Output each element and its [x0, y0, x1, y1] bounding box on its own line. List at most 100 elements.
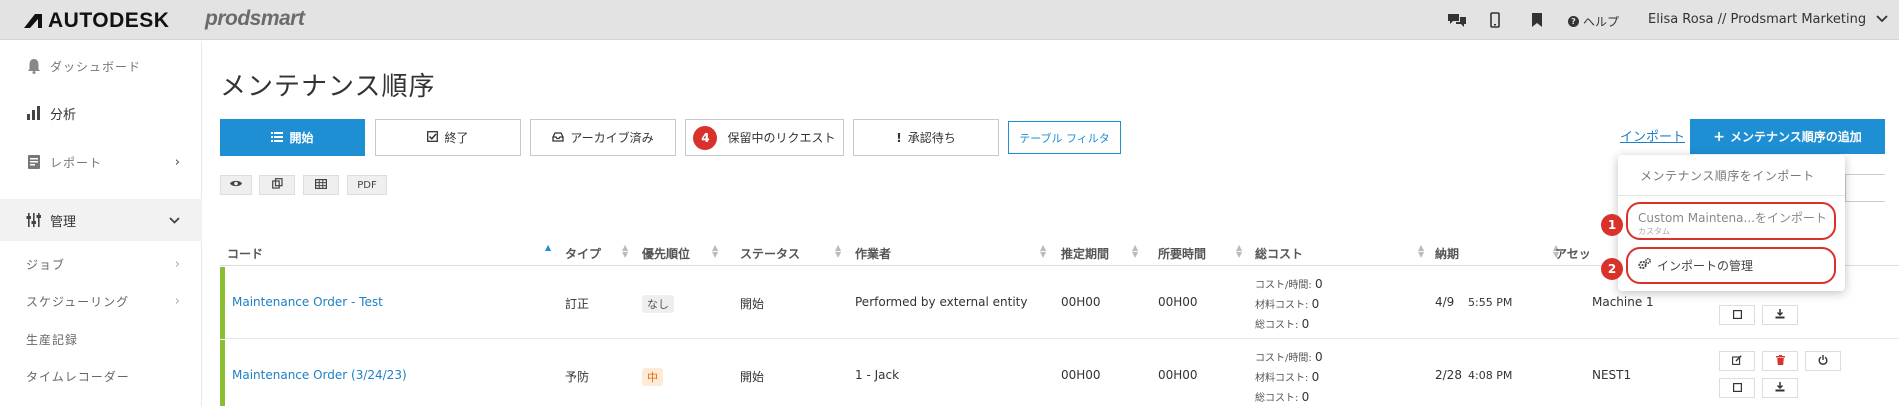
column-header-operator[interactable]: 作業者 [855, 245, 891, 262]
search-input[interactable] [1845, 174, 1885, 202]
asset-name: Machine 1 [1592, 295, 1654, 309]
tab-label: 保留中のリクエスト [727, 131, 836, 145]
download-button[interactable] [1762, 305, 1798, 325]
user-menu[interactable]: Elisa Rosa // Prodsmart Marketing [1648, 12, 1888, 27]
sidebar-item-scheduling[interactable]: スケジューリング › [0, 286, 202, 316]
view-toggle-button[interactable] [220, 175, 252, 195]
cost-per-hour-label: コスト/時間: [1255, 280, 1312, 291]
due-date: 2/28 [1435, 368, 1462, 382]
list-icon [271, 131, 284, 145]
sort-icon[interactable]: ▲ ▼ [712, 244, 718, 259]
estimated-duration: 00H00 [1061, 295, 1101, 309]
power-button[interactable] [1805, 351, 1841, 371]
cost-per-hour-label: コスト/時間: [1255, 353, 1312, 364]
table-view-button[interactable] [303, 175, 339, 195]
sort-icon[interactable]: ▲ ▼ [835, 244, 841, 259]
square-icon [1732, 309, 1742, 322]
column-header-total-cost[interactable]: 総コスト [1255, 245, 1303, 262]
sort-icon[interactable]: ▲ ▼ [622, 244, 628, 259]
sidebar-item-production-records[interactable]: 生産記録 [0, 324, 202, 354]
cost-per-hour-value: 0 [1314, 350, 1323, 364]
column-header-code[interactable]: コード [227, 245, 263, 262]
import-custom-maintenance-item[interactable]: Custom Maintena...をインポート カスタム [1626, 202, 1836, 240]
sidebar-item-label: ダッシュボード [50, 59, 142, 74]
report-icon [26, 154, 42, 170]
download-button[interactable] [1762, 378, 1798, 398]
view-button[interactable] [1719, 305, 1755, 325]
cost-breakdown: コスト/時間: 0 材料コスト: 0 総コスト: 0 [1255, 275, 1323, 335]
tab-finished[interactable]: 終了 [375, 119, 521, 156]
column-header-status[interactable]: ステータス [740, 245, 800, 262]
material-cost-value: 0 [1311, 297, 1320, 311]
sidebar-item-label: 管理 [50, 214, 77, 230]
column-header-due-date[interactable]: 納期 [1435, 245, 1459, 262]
add-maintenance-order-button[interactable]: + メンテナンス順序の追加 [1690, 119, 1885, 154]
sort-icon[interactable]: ▲ ▼ [1040, 244, 1046, 259]
column-header-priority[interactable]: 優先順位 [642, 245, 690, 262]
tab-started[interactable]: 開始 [220, 119, 365, 156]
total-cost-label: 総コスト: [1255, 320, 1299, 331]
column-header-type[interactable]: タイプ [565, 245, 601, 262]
edit-icon [1732, 354, 1742, 368]
cost-breakdown: コスト/時間: 0 材料コスト: 0 総コスト: 0 [1255, 348, 1323, 406]
help-menu[interactable]: ? ヘルプ [1568, 13, 1619, 30]
sort-icon[interactable]: ▲ ▼ [1132, 244, 1138, 259]
table-row[interactable]: Maintenance Order (3/24/23) 予防 中 開始 1 - … [220, 340, 1899, 406]
product-name: prodsmart [205, 7, 305, 30]
sidebar-item-management[interactable]: 管理 [0, 199, 202, 241]
pdf-export-button[interactable]: PDF [347, 175, 387, 195]
column-header-estimated[interactable]: 推定期間 [1061, 245, 1109, 262]
sidebar-item-analytics[interactable]: 分析 [0, 98, 202, 128]
import-custom-label: Custom Maintena...をインポート [1638, 211, 1827, 225]
view-button[interactable] [1719, 378, 1755, 398]
user-label: Elisa Rosa // Prodsmart Marketing [1648, 12, 1867, 27]
edit-button[interactable] [1719, 351, 1755, 371]
column-header-asset[interactable]: アセッ [1555, 245, 1591, 262]
bookmark-icon[interactable] [1531, 12, 1549, 28]
material-cost-label: 材料コスト: [1255, 373, 1309, 384]
elapsed-time: 00H00 [1158, 368, 1198, 382]
tab-label: アーカイブ済み [570, 131, 654, 145]
sort-asc-icon[interactable]: ▲ [545, 244, 551, 252]
sidebar-item-reports[interactable]: レポート › [0, 147, 202, 177]
sort-icon[interactable]: ▲ ▼ [1418, 244, 1424, 259]
tab-archived[interactable]: アーカイブ済み [530, 119, 676, 156]
total-cost-value: 0 [1301, 317, 1310, 331]
help-icon: ? [1568, 16, 1579, 27]
chevron-right-icon: › [174, 256, 180, 272]
help-label: ヘルプ [1583, 15, 1620, 29]
sidebar-item-label: ジョブ [26, 257, 66, 272]
copy-icon [271, 178, 283, 192]
sidebar-item-label: レポート [50, 155, 103, 170]
column-header-elapsed[interactable]: 所要時間 [1158, 245, 1206, 262]
mobile-icon[interactable] [1490, 12, 1508, 28]
sidebar-item-dashboard[interactable]: ダッシュボード [0, 51, 202, 81]
delete-button[interactable] [1762, 351, 1798, 371]
inbox-icon [552, 131, 565, 145]
due-time: 5:55 PM [1468, 296, 1513, 309]
chevron-right-icon: › [174, 154, 180, 170]
autodesk-logo[interactable]: AUTODESK [24, 9, 169, 33]
power-icon [1818, 354, 1828, 368]
order-code-link[interactable]: Maintenance Order (3/24/23) [232, 368, 407, 382]
tab-pending-requests[interactable]: 4 保留中のリクエスト [685, 119, 844, 156]
chat-icon[interactable] [1447, 12, 1466, 28]
manage-imports-item[interactable]: インポートの管理 [1626, 247, 1836, 284]
copy-button[interactable] [259, 175, 295, 195]
import-link[interactable]: インポート [1620, 126, 1685, 145]
sidebar: ダッシュボード 分析 レポート › 管理 ジョブ › スケジューリング › 生産… [0, 41, 202, 406]
dropdown-divider [1618, 195, 1845, 196]
square-icon [1732, 382, 1742, 395]
download-icon [1775, 308, 1785, 322]
order-code-link[interactable]: Maintenance Order - Test [232, 295, 383, 309]
sidebar-item-jobs[interactable]: ジョブ › [0, 249, 202, 279]
material-cost-value: 0 [1311, 370, 1320, 384]
callout-1-badge: 1 [1601, 214, 1623, 236]
sidebar-item-time-recorder[interactable]: タイムレコーダー [0, 361, 202, 391]
operator-name: Performed by external entity [855, 295, 1028, 309]
order-type: 訂正 [565, 297, 590, 311]
table-filter-button[interactable]: テーブル フィルタ [1008, 121, 1121, 154]
tab-awaiting-approval[interactable]: ! 承認待ち [853, 119, 999, 156]
sort-icon[interactable]: ▲ ▼ [1236, 244, 1242, 259]
row-status-bar [220, 267, 225, 339]
